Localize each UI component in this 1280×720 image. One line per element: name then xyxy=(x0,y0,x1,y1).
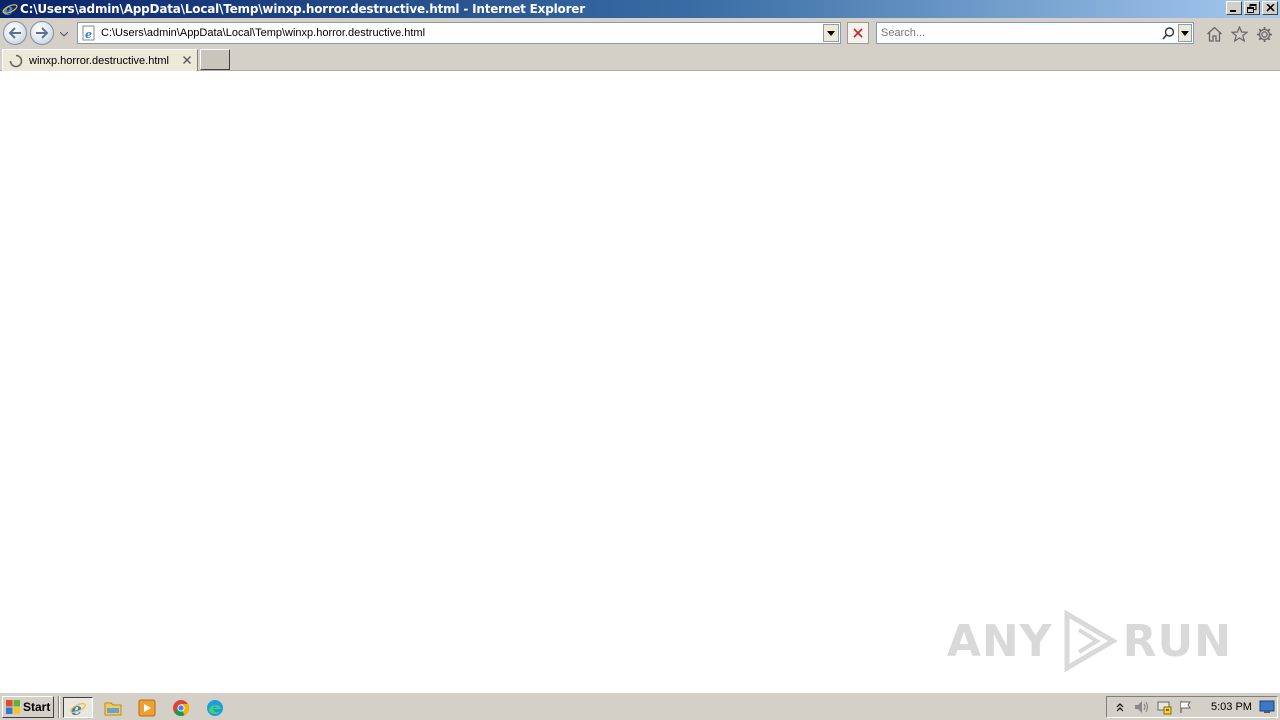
action-center-flag-icon[interactable] xyxy=(1177,699,1195,715)
minimize-button[interactable] xyxy=(1226,1,1242,15)
home-icon[interactable] xyxy=(1205,25,1223,43)
back-button[interactable] xyxy=(3,21,27,45)
stop-button[interactable] xyxy=(847,22,869,44)
taskbar-separator xyxy=(58,696,60,718)
address-bar[interactable]: e C:\Users\admin\AppData\Local\Temp\winx… xyxy=(77,22,841,44)
tray-expand-icon[interactable] xyxy=(1111,699,1129,715)
window-controls xyxy=(1224,1,1278,15)
search-provider-dropdown[interactable] xyxy=(1178,24,1192,42)
start-label: Start xyxy=(23,700,51,714)
loading-spinner-icon xyxy=(9,54,23,68)
tab-title: winxp.horror.destructive.html xyxy=(29,54,169,67)
search-icon[interactable] xyxy=(1160,25,1176,41)
stop-x-icon xyxy=(853,28,863,38)
folder-icon xyxy=(104,702,122,715)
window-title: C:\Users\admin\AppData\Local\Temp\winxp.… xyxy=(20,2,585,16)
dropdown-arrow-icon xyxy=(1181,30,1189,36)
taskbar-internet-explorer[interactable]: e xyxy=(63,697,93,718)
page-ie-icon: e xyxy=(81,25,97,41)
dropdown-arrow-icon xyxy=(827,30,835,36)
recent-pages-dropdown[interactable] xyxy=(59,29,69,39)
page-content[interactable]: ANY RUN xyxy=(0,71,1280,692)
address-url[interactable]: C:\Users\admin\AppData\Local\Temp\winxp.… xyxy=(101,27,823,39)
chevron-down-icon xyxy=(60,31,68,37)
search-input[interactable] xyxy=(877,27,1160,39)
system-tray: 5:03 PM xyxy=(1106,696,1278,718)
forward-arrow-icon xyxy=(36,27,49,39)
gear-icon[interactable] xyxy=(1255,25,1273,43)
taskbar-clock[interactable]: 5:03 PM xyxy=(1211,701,1252,713)
start-button[interactable]: Start xyxy=(2,696,54,718)
search-box[interactable] xyxy=(876,22,1194,44)
tab-active[interactable]: winxp.horror.destructive.html xyxy=(2,49,198,71)
navigation-bar: e C:\Users\admin\AppData\Local\Temp\winx… xyxy=(0,18,1280,48)
new-tab-button[interactable] xyxy=(200,49,230,70)
tab-close-icon[interactable] xyxy=(182,55,192,65)
svg-text:e: e xyxy=(85,28,92,41)
minimize-icon xyxy=(1230,10,1236,12)
window-titlebar[interactable]: e C:\Users\admin\AppData\Local\Temp\winx… xyxy=(0,0,1280,19)
taskbar-file-explorer[interactable] xyxy=(98,697,128,718)
edge-icon xyxy=(207,699,223,716)
volume-icon[interactable] xyxy=(1133,699,1151,715)
taskbar-media-player[interactable] xyxy=(132,697,162,718)
network-icon[interactable] xyxy=(1155,699,1173,715)
watermark-text-right: RUN xyxy=(1122,615,1232,667)
show-desktop-icon[interactable] xyxy=(1259,700,1275,714)
close-icon xyxy=(1265,4,1275,12)
watermark-text-left: ANY xyxy=(946,615,1053,667)
tab-bar: winxp.horror.destructive.html xyxy=(0,48,1280,71)
favorites-star-icon[interactable] xyxy=(1230,25,1248,43)
forward-button[interactable] xyxy=(30,21,54,45)
taskbar: Start e 5:03 PM xyxy=(0,692,1280,720)
close-window-button[interactable] xyxy=(1262,1,1278,15)
restore-icon xyxy=(1247,3,1257,13)
internet-explorer-icon: e xyxy=(69,700,87,717)
anyrun-watermark: ANY RUN xyxy=(947,610,1232,672)
media-player-icon xyxy=(138,699,156,716)
play-logo-icon xyxy=(1064,610,1118,672)
taskbar-edge[interactable] xyxy=(200,697,230,718)
taskbar-chrome[interactable] xyxy=(166,697,196,718)
restore-button[interactable] xyxy=(1244,1,1260,15)
windows-logo-icon xyxy=(5,699,21,715)
address-dropdown-button[interactable] xyxy=(823,24,839,42)
chrome-icon xyxy=(173,699,190,716)
back-arrow-icon xyxy=(8,27,21,39)
internet-explorer-icon: e xyxy=(2,0,18,19)
